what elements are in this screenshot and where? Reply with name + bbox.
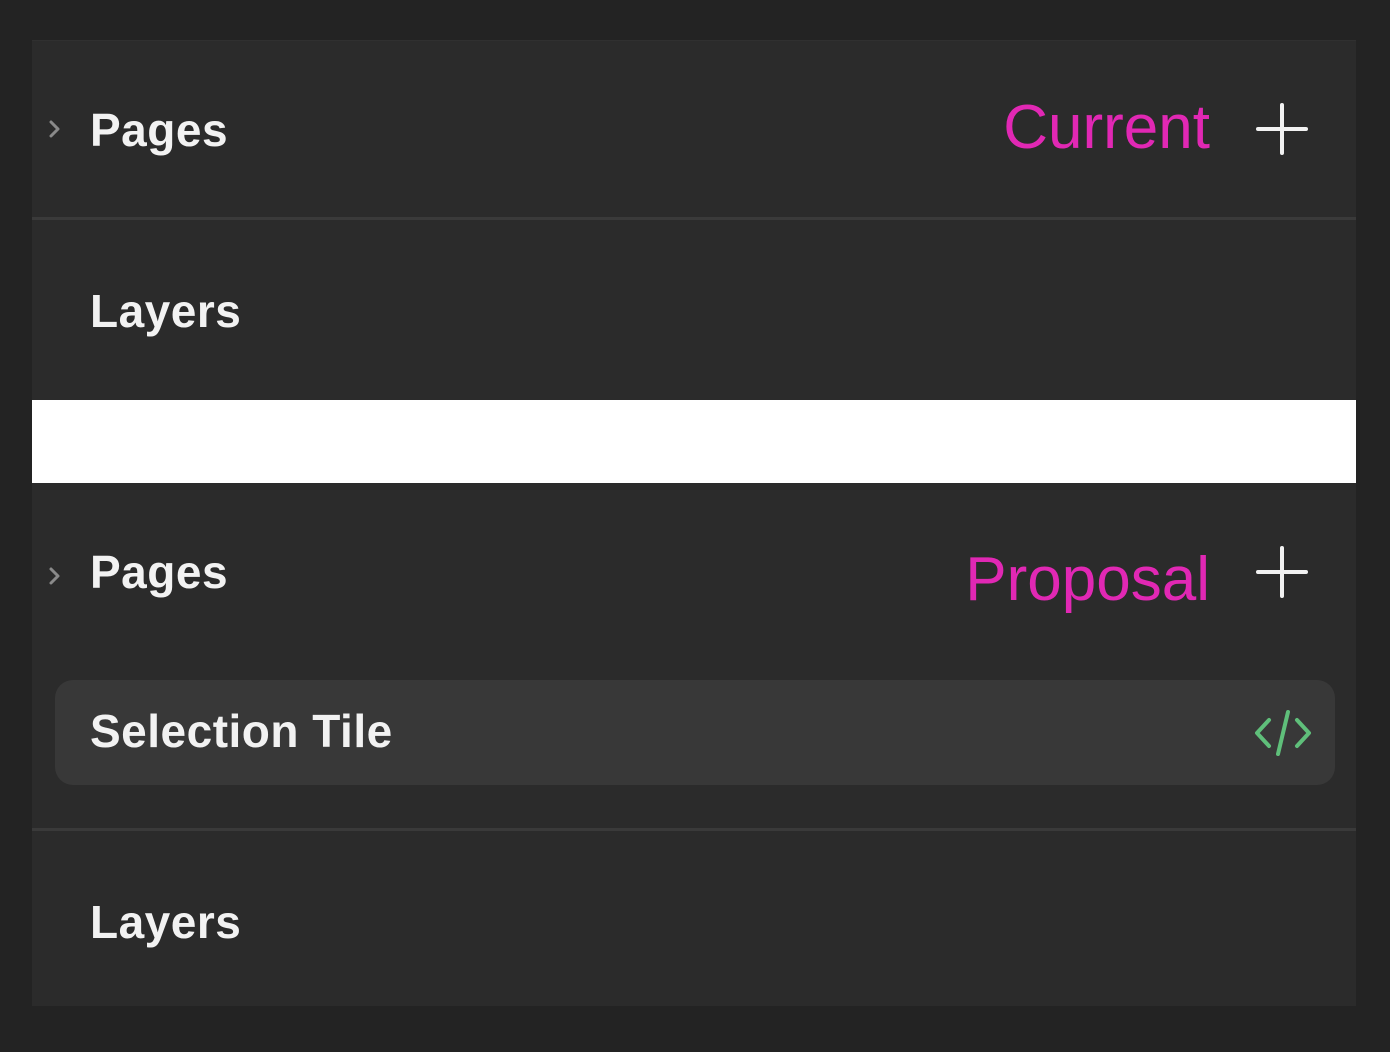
proposal-annotation-label: Proposal bbox=[965, 545, 1210, 614]
layers-title: Layers bbox=[90, 896, 242, 948]
current-annotation-label: Current bbox=[1003, 93, 1210, 162]
chevron-right-icon[interactable] bbox=[46, 562, 64, 590]
pages-section-header[interactable]: Pages Current bbox=[32, 41, 1356, 219]
pages-title: Pages bbox=[90, 546, 229, 598]
current-sidebar-panel: Pages Current Layers bbox=[32, 40, 1356, 401]
selection-tile-label: Selection Tile bbox=[90, 705, 393, 757]
comparison-separator bbox=[32, 400, 1356, 483]
chevron-right-icon[interactable] bbox=[46, 115, 64, 143]
proposal-sidebar-panel: Pages Proposal Selection Tile Layers bbox=[32, 483, 1356, 1006]
layers-section-header[interactable]: Layers bbox=[32, 220, 1356, 401]
layers-title: Layers bbox=[90, 285, 242, 337]
plus-icon[interactable] bbox=[1254, 544, 1310, 600]
comparison-frame: Pages Current Layers Pages Proposal Sele… bbox=[32, 40, 1356, 1006]
layers-section-header[interactable]: Layers bbox=[32, 831, 1356, 1006]
code-icon[interactable] bbox=[1253, 708, 1313, 758]
pages-section-header[interactable]: Pages Proposal bbox=[32, 483, 1356, 673]
selection-tile[interactable]: Selection Tile bbox=[55, 680, 1335, 785]
plus-icon[interactable] bbox=[1254, 101, 1310, 157]
pages-title: Pages bbox=[90, 104, 229, 156]
